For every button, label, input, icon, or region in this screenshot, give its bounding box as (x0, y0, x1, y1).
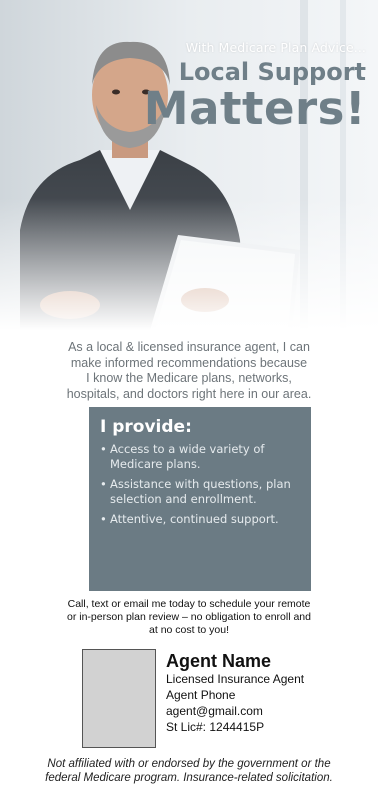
intro-line: As a local & licensed insurance agent, I… (68, 340, 310, 354)
agent-contact-block: Agent Name Licensed Insurance Agent Agen… (166, 651, 304, 735)
provide-list: • Access to a wide variety of Medicare pl… (100, 442, 301, 527)
intro-line: hospitals, and doctors right here in our… (66, 386, 312, 401)
provide-panel: I provide: • Access to a wide variety of … (89, 407, 311, 591)
cta-line: or in-person plan review – no obligation… (67, 611, 311, 623)
disclaimer: Not affiliated with or endorsed by the g… (0, 757, 378, 785)
provide-item-text: Attentive, continued support. (110, 512, 279, 526)
provide-item: • Assistance with questions, plan selecti… (100, 477, 301, 506)
bullet-icon: • (100, 477, 107, 491)
agent-title: Licensed Insurance Agent (166, 672, 305, 686)
disclaimer-line: federal Medicare program. Insurance-rela… (45, 772, 333, 784)
provide-title: I provide: (100, 417, 192, 437)
provide-item: • Attentive, continued support. (100, 512, 301, 527)
bullet-icon: • (100, 442, 107, 456)
intro-paragraph: As a local & licensed insurance agent, I… (0, 340, 378, 402)
call-to-action: Call, text or email me today to schedule… (0, 598, 378, 637)
disclaimer-line: Not affiliated with or endorsed by the g… (47, 758, 331, 770)
headline: With Medicare Plan Advice... Local Suppo… (144, 40, 366, 134)
provide-item-text: Assistance with questions, plan selectio… (110, 477, 291, 506)
intro-line: I know the Medicare plans, networks, (86, 371, 292, 385)
agent-photo-placeholder (82, 649, 156, 748)
agent-phone[interactable]: Agent Phone (166, 687, 304, 703)
intro-line: make informed recommendations because (70, 355, 308, 370)
agent-license: St Lic#: 1244415P (166, 720, 265, 734)
provide-item: • Access to a wide variety of Medicare pl… (100, 442, 301, 471)
headline-line2: Matters! (143, 82, 366, 135)
cta-line: Call, text or email me today to schedule… (67, 598, 311, 610)
provide-item-text: Access to a wide variety of Medicare pla… (110, 442, 265, 471)
cta-line: at no cost to you! (149, 624, 229, 636)
hero-section: With Medicare Plan Advice... Local Suppo… (0, 0, 378, 330)
headline-kicker: With Medicare Plan Advice... (185, 40, 366, 55)
agent-email[interactable]: agent@gmail.com (166, 703, 304, 719)
bullet-icon: • (100, 512, 107, 526)
agent-name: Agent Name (166, 651, 272, 671)
